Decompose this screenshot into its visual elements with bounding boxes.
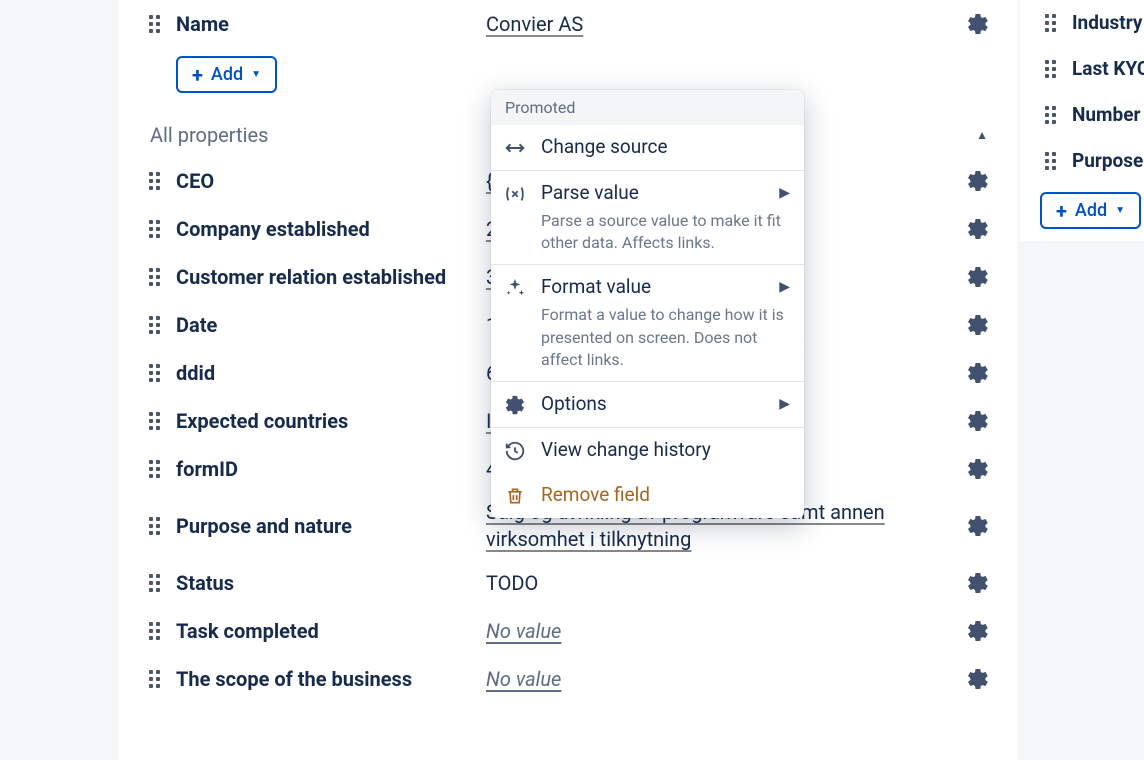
caret-down-icon: ▼ <box>251 69 261 80</box>
field-settings-button[interactable] <box>964 407 992 435</box>
field-settings-button[interactable] <box>964 263 992 291</box>
drag-handle-icon[interactable] <box>144 14 164 34</box>
field-label: CEO <box>176 162 486 200</box>
field-label: Purpose and nature <box>176 507 486 545</box>
field-label: Date <box>176 306 486 344</box>
menu-item-label: Format value <box>541 275 788 300</box>
menu-item-remove-field[interactable]: Remove field <box>491 473 804 518</box>
menu-item-parse-value[interactable]: Parse value Parse a source value to make… <box>491 170 804 264</box>
field-settings-button[interactable] <box>964 665 992 693</box>
field-label: Name <box>176 5 486 43</box>
field-label: Purpose and nature of relation <box>1072 143 1144 180</box>
right-field-row: Number <box>1040 92 1144 138</box>
menu-item-change-source[interactable]: Change source <box>491 125 804 170</box>
add-button-label: Add <box>211 64 243 85</box>
field-row: Task completedNo value <box>144 607 992 655</box>
field-settings-button[interactable] <box>964 359 992 387</box>
right-field-row: Industry <box>1040 0 1144 46</box>
drag-handle-icon[interactable] <box>1040 105 1060 125</box>
menu-item-label: Remove field <box>541 483 788 508</box>
field-value[interactable]: Convier AS <box>486 5 992 44</box>
drag-handle-icon[interactable] <box>144 411 164 431</box>
drag-handle-icon[interactable] <box>144 171 164 191</box>
menu-item-options[interactable]: Options ▶ <box>491 381 804 427</box>
menu-item-format-value[interactable]: Format value Format a value to change ho… <box>491 264 804 381</box>
menu-item-label: View change history <box>541 438 788 463</box>
popup-section-header: Promoted <box>491 90 804 125</box>
menu-item-view-history[interactable]: View change history <box>491 427 804 473</box>
field-value[interactable]: No value <box>486 660 992 699</box>
field-label: The scope of the business <box>176 660 486 698</box>
drag-handle-icon[interactable] <box>144 669 164 689</box>
add-button[interactable]: + Add ▼ <box>176 56 277 93</box>
menu-item-description: Parse a source value to make it fit othe… <box>541 210 788 255</box>
field-settings-button[interactable] <box>964 167 992 195</box>
field-label: formID <box>176 450 486 488</box>
field-label: Number <box>1072 97 1140 134</box>
add-button-label: Add <box>1075 200 1107 221</box>
drag-handle-icon[interactable] <box>144 219 164 239</box>
plus-icon: + <box>192 65 203 85</box>
drag-handle-icon[interactable] <box>144 573 164 593</box>
field-label: Expected countries <box>176 402 486 440</box>
field-label: Industry <box>1072 5 1142 42</box>
field-settings-button[interactable] <box>964 512 992 540</box>
field-settings-button[interactable] <box>964 215 992 243</box>
field-label: Status <box>176 564 486 602</box>
arrows-horizontal-icon <box>503 136 527 160</box>
field-label: Company established <box>176 210 486 248</box>
section-title: All properties <box>150 123 268 147</box>
drag-handle-icon[interactable] <box>144 315 164 335</box>
field-label: ddid <box>176 354 486 392</box>
sparkle-icon <box>503 276 527 300</box>
field-context-menu: Promoted Change source Parse value Parse… <box>491 90 804 518</box>
field-row-name: Name Convier AS <box>144 0 992 48</box>
caret-down-icon: ▼ <box>1115 205 1125 216</box>
add-button-right[interactable]: + Add ▼ <box>1040 192 1141 229</box>
right-field-row: Last KYC <box>1040 46 1144 92</box>
drag-handle-icon[interactable] <box>144 267 164 287</box>
menu-item-description: Format a value to change how it is prese… <box>541 304 788 371</box>
field-label: Last KYC <box>1072 51 1144 88</box>
drag-handle-icon[interactable] <box>144 516 164 536</box>
drag-handle-icon[interactable] <box>1040 151 1060 171</box>
drag-handle-icon[interactable] <box>1040 13 1060 33</box>
history-icon <box>503 439 527 463</box>
plus-icon: + <box>1056 201 1067 221</box>
right-field-row: Purpose and nature of relation <box>1040 138 1144 184</box>
field-row: The scope of the businessNo value <box>144 655 992 703</box>
field-settings-button[interactable] <box>964 455 992 483</box>
field-value[interactable]: No value <box>486 612 992 651</box>
menu-item-label: Parse value <box>541 181 788 206</box>
caret-up-icon: ▲ <box>976 128 988 142</box>
gear-icon <box>503 393 527 417</box>
field-label: Customer relation established <box>176 258 486 296</box>
chevron-right-icon: ▶ <box>779 279 790 295</box>
chevron-right-icon: ▶ <box>779 185 790 201</box>
field-settings-button[interactable] <box>964 311 992 339</box>
chevron-right-icon: ▶ <box>779 396 790 412</box>
menu-item-label: Options <box>541 392 788 417</box>
field-label: Task completed <box>176 612 486 650</box>
field-settings-button[interactable] <box>964 569 992 597</box>
menu-item-label: Change source <box>541 135 788 160</box>
drag-handle-icon[interactable] <box>1040 59 1060 79</box>
field-settings-button[interactable] <box>964 617 992 645</box>
field-row: StatusTODO <box>144 559 992 607</box>
field-settings-button[interactable] <box>964 10 992 38</box>
trash-icon <box>503 484 527 508</box>
field-value[interactable]: TODO <box>486 564 992 603</box>
right-panel: Industry Last KYC Number Purpose and nature… <box>1020 0 1144 241</box>
drag-handle-icon[interactable] <box>144 459 164 479</box>
drag-handle-icon[interactable] <box>144 363 164 383</box>
drag-handle-icon[interactable] <box>144 621 164 641</box>
variable-icon <box>503 182 527 206</box>
